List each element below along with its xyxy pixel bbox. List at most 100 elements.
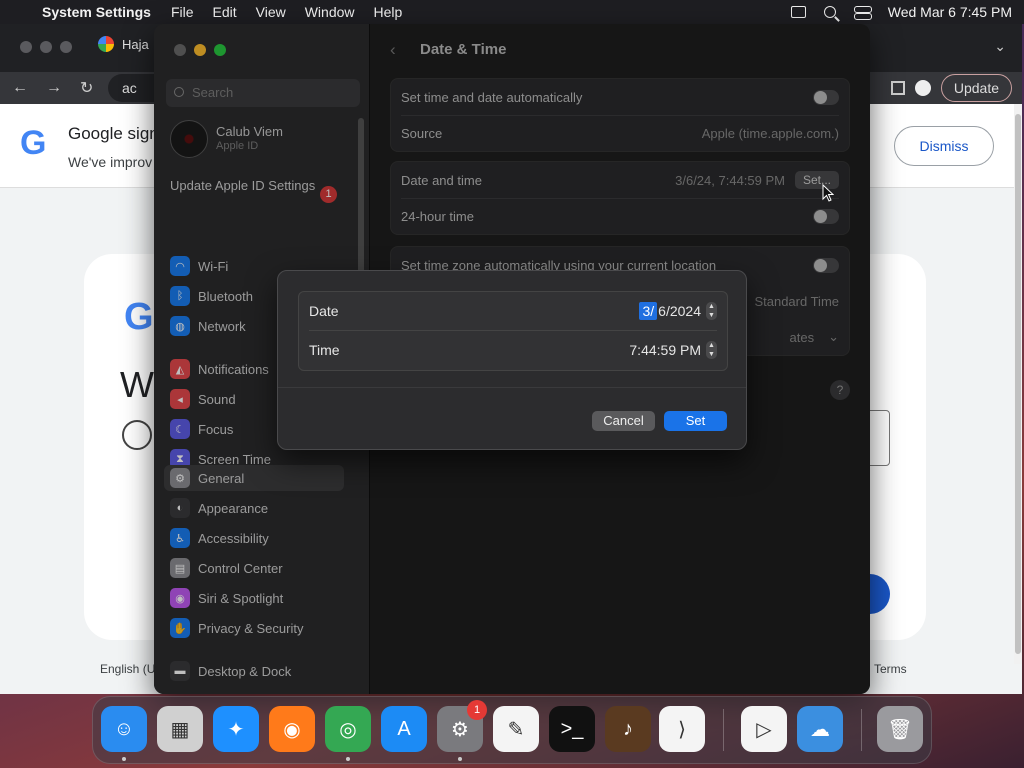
control-center-icon[interactable] <box>853 6 872 20</box>
menu-view[interactable]: View <box>256 4 286 20</box>
menu-window[interactable]: Window <box>305 4 355 20</box>
footer-language[interactable]: English (U <box>100 662 155 676</box>
timezone-value: Standard Time <box>754 293 839 309</box>
speaker-icon: ◂ <box>170 389 190 409</box>
dock-textedit-icon[interactable]: ✎ <box>493 706 539 752</box>
sidebar-item-label: Accessibility <box>198 530 269 546</box>
divider <box>278 387 746 388</box>
date-stepper-icon[interactable]: ▲ ▼ <box>706 302 717 320</box>
chrome-tab[interactable]: Haja <box>98 36 149 52</box>
bell-icon: ◭ <box>170 359 190 379</box>
dock-garageband-icon[interactable]: ♪ <box>605 706 651 752</box>
footer-terms-link[interactable]: Terms <box>874 662 907 676</box>
forward-arrow-icon[interactable]: → <box>46 79 62 97</box>
hand-icon: ✋ <box>170 618 190 638</box>
hour24-row: 24-hour time <box>401 198 839 234</box>
dock-visual-studio-icon[interactable]: ▷ <box>741 706 787 752</box>
date-time-label: Date and time <box>401 172 482 188</box>
chrome-scrollbar[interactable] <box>1014 104 1022 664</box>
dock-icon: ▬ <box>170 661 190 681</box>
menu-clock[interactable]: Wed Mar 6 7:45 PM <box>888 4 1012 20</box>
date-month-segment[interactable]: 3/ <box>639 302 658 320</box>
sidebar-item-desktop-dock[interactable]: ▬ Desktop & Dock <box>170 658 346 684</box>
dock-app-store-icon[interactable]: A <box>381 706 427 752</box>
dock-running-indicator <box>346 757 350 761</box>
update-badge: 1 <box>320 186 337 203</box>
search-icon <box>174 87 184 97</box>
dock-separator <box>723 709 724 751</box>
bluetooth-icon: ᛒ <box>170 286 190 306</box>
sidebar-item-siri-spotlight[interactable]: ◉ Siri & Spotlight <box>170 585 346 611</box>
chevron-down-icon[interactable]: ⌄ <box>828 329 839 345</box>
auto-time-toggle[interactable] <box>813 89 839 105</box>
dock-chrome-icon[interactable]: ◎ <box>325 706 371 752</box>
time-stepper-icon[interactable]: ▲ ▼ <box>706 341 717 359</box>
date-field[interactable]: 3/ 6/2024 ▲ ▼ <box>639 302 717 320</box>
date-rest-segment[interactable]: 6/2024 <box>658 303 701 319</box>
sidepanel-icon[interactable] <box>890 81 905 95</box>
sidebar-search-input[interactable]: Search <box>166 79 360 107</box>
dock-trash-icon[interactable]: 🗑 <box>877 706 923 752</box>
sidebar-item-control-center[interactable]: ▤ Control Center <box>170 555 346 581</box>
time-value[interactable]: 7:44:59 PM <box>629 342 701 358</box>
close-window-button[interactable] <box>174 44 186 56</box>
gear-icon: ⚙ <box>170 468 190 488</box>
spotlight-icon[interactable] <box>823 6 836 18</box>
omnibox-text: ac <box>122 80 137 96</box>
menu-help[interactable]: Help <box>374 4 403 20</box>
update-apple-id-settings[interactable]: Update Apple ID Settings <box>170 178 342 194</box>
sidebar-item-label: Focus <box>198 421 234 437</box>
dock-terminal-icon[interactable]: >_ <box>549 706 595 752</box>
screen-mirroring-icon[interactable] <box>790 6 806 18</box>
account-circle-icon[interactable] <box>122 420 152 450</box>
sidebar-item-label: Notifications <box>198 361 269 377</box>
date-time-fields-box: Date 3/ 6/2024 ▲ ▼ Time 7:44:59 PM ▲ ▼ <box>298 291 728 371</box>
profile-icon[interactable] <box>914 80 931 96</box>
dock-firefox-icon[interactable]: ◉ <box>269 706 315 752</box>
sidebar-item-appearance[interactable]: ◐ Appearance <box>170 495 346 521</box>
menu-app-name[interactable]: System Settings <box>42 4 151 20</box>
dock-launchpad-icon[interactable]: ▦ <box>157 706 203 752</box>
set-button[interactable]: Set <box>664 411 727 431</box>
tz-auto-toggle[interactable] <box>813 257 839 273</box>
time-field[interactable]: 7:44:59 PM ▲ ▼ <box>629 341 717 359</box>
minimize-window-button[interactable] <box>194 44 206 56</box>
dock-safari-icon[interactable]: ✦ <box>213 706 259 752</box>
sidebar-item-label: Control Center <box>198 560 283 576</box>
chrome-update-button[interactable]: Update <box>940 74 1012 102</box>
sidebar-item-label: Wi-Fi <box>198 258 229 274</box>
back-arrow-icon[interactable]: ← <box>12 79 28 97</box>
source-value[interactable]: Apple (time.apple.com.) <box>702 126 839 141</box>
menu-bar: System Settings File Edit View Window He… <box>0 0 1024 24</box>
chevron-down-icon[interactable]: ⌄ <box>994 38 1006 55</box>
sidebar-item-privacy-security[interactable]: ✋ Privacy & Security <box>170 615 346 641</box>
cancel-button[interactable]: Cancel <box>592 411 655 431</box>
banner-title: Google sign <box>68 124 159 143</box>
dismiss-button[interactable]: Dismiss <box>894 126 994 166</box>
menu-file[interactable]: File <box>171 4 194 20</box>
date-time-value: 3/6/24, 7:44:59 PM <box>675 172 785 188</box>
sidebar-item-label: Siri & Spotlight <box>198 590 284 606</box>
dock-weather-icon[interactable]: ☁ <box>797 706 843 752</box>
closest-city-value[interactable]: ates <box>790 330 815 345</box>
reload-icon[interactable]: ↻ <box>80 78 93 98</box>
dock-running-indicator <box>122 757 126 761</box>
mouse-cursor-icon <box>822 184 834 202</box>
sidebar-item-accessibility[interactable]: ♿ Accessibility <box>170 525 346 551</box>
card-heading: W <box>120 364 154 405</box>
back-chevron-icon[interactable]: ‹ <box>390 40 396 60</box>
date-time-group: Date and time 3/6/24, 7:44:59 PM Set... … <box>390 161 850 235</box>
dock-finder-icon[interactable]: ☺ <box>101 706 147 752</box>
sidebar-item-general[interactable]: ⚙ General <box>164 465 344 491</box>
date-label: Date <box>309 303 339 319</box>
hour24-toggle[interactable] <box>813 208 839 224</box>
control-center-icon: ▤ <box>170 558 190 578</box>
help-button[interactable]: ? <box>830 380 850 400</box>
zoom-window-button[interactable] <box>214 44 226 56</box>
dock-vscode-icon[interactable]: ⟩ <box>659 706 705 752</box>
menu-edit[interactable]: Edit <box>213 4 237 20</box>
source-label: Source <box>401 125 443 141</box>
dock-separator <box>861 709 862 751</box>
dock: ☺ ▦ ✦ ◉ ◎ A ⚙ ✎ >_ ♪ ⟩ ▷ ☁ 🗑 <box>92 696 932 764</box>
apple-id-account[interactable]: Calub Viem Apple ID <box>170 120 360 160</box>
